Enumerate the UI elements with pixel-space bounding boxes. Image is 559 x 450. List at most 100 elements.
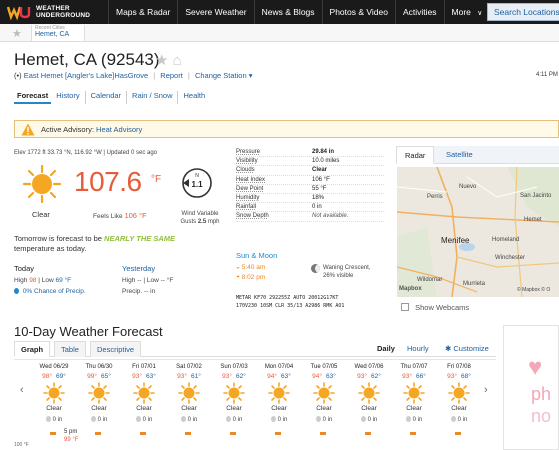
day-temps: 94° 63° bbox=[257, 373, 301, 380]
nav-maps-radar[interactable]: Maps & Radar bbox=[108, 0, 177, 24]
day-high: 93° bbox=[357, 373, 367, 380]
map-label: Murrieta bbox=[463, 281, 486, 287]
elevation-info: Elev 1772 ft 33.73 °N, 116.92 °W | Updat… bbox=[14, 150, 158, 156]
station-link[interactable]: East Hemet [Angler's Lake] bbox=[24, 71, 115, 80]
detail-row: Clouds Clear bbox=[236, 166, 384, 176]
tab-calendar[interactable]: Calendar bbox=[84, 91, 126, 104]
ad-text: no bbox=[531, 406, 552, 426]
detail-value: 10.0 miles bbox=[312, 158, 340, 165]
detail-value: 55 °F bbox=[312, 185, 327, 192]
daily-toggle[interactable]: Daily bbox=[377, 344, 395, 353]
nav-more[interactable]: More ∨ bbox=[443, 0, 493, 24]
detail-value: 18% bbox=[312, 194, 325, 201]
detail-label[interactable]: Visibility bbox=[236, 157, 258, 165]
change-station-link[interactable]: Change Station bbox=[195, 71, 247, 80]
wind-variable-label: Wind Variable bbox=[181, 211, 219, 217]
graph-tick bbox=[365, 432, 371, 435]
today-high-low: High 98 | Low 69 °F bbox=[14, 277, 72, 284]
checkbox-icon[interactable] bbox=[401, 303, 409, 311]
forecast-day[interactable]: Wed 06/29 98° 69° Clear 0 in bbox=[32, 364, 76, 423]
day-condition: Clear bbox=[451, 405, 467, 412]
day-high: 93° bbox=[402, 373, 412, 380]
favorite-star-icon[interactable]: ★ bbox=[155, 52, 168, 69]
search-input[interactable]: Search Locations bbox=[487, 3, 559, 21]
hourly-toggle[interactable]: Hourly bbox=[407, 344, 429, 353]
advisory-banner[interactable]: Active Advisory: Heat Advisory bbox=[14, 120, 559, 138]
scroll-left-icon[interactable]: ‹ bbox=[20, 384, 24, 396]
detail-label[interactable]: Dew Point bbox=[236, 185, 263, 193]
forecast-day[interactable]: Fri 07/08 93° 68° Clear 0 in bbox=[437, 364, 481, 423]
forecast-day[interactable]: Sun 07/03 93° 62° Clear 0 in bbox=[212, 364, 256, 423]
nav-activities[interactable]: Activities bbox=[394, 0, 444, 24]
clear-sun-icon bbox=[22, 164, 62, 204]
ten-day-strip: ‹ › Wed 06/29 98° 69° Clear 0 in Thu 06/30 99°… bbox=[14, 359, 496, 450]
nav-news-blogs[interactable]: News & Blogs bbox=[253, 0, 322, 24]
sunset-icon: ◓ bbox=[236, 274, 240, 281]
clear-sun-icon bbox=[88, 382, 110, 404]
detail-label[interactable]: Snow Depth bbox=[236, 212, 269, 220]
tab-health[interactable]: Health bbox=[177, 91, 210, 104]
customize-button[interactable]: ✱ Customize bbox=[445, 344, 489, 353]
tab-history[interactable]: History bbox=[51, 91, 84, 104]
forecast-day[interactable]: Mon 07/04 94° 63° Clear 0 in bbox=[257, 364, 301, 423]
forecast-day[interactable]: Fri 07/01 93° 63° Clear 0 in bbox=[122, 364, 166, 423]
caret-down-icon[interactable]: ▾ bbox=[249, 71, 253, 80]
station-row: (•) East Hemet [Angler's Lake]HasGrove |… bbox=[14, 71, 253, 80]
radar-map[interactable]: Perris Nuevo San Jacinto Hemet Menifee W… bbox=[397, 167, 559, 297]
report-link[interactable]: Report bbox=[160, 71, 183, 80]
day-low: 68° bbox=[461, 373, 471, 380]
raindrop-icon bbox=[315, 416, 321, 422]
detail-value: Clear bbox=[312, 167, 328, 174]
forecast-day[interactable]: Thu 07/07 93° 66° Clear 0 in bbox=[392, 364, 436, 423]
raindrop-icon bbox=[135, 416, 141, 422]
home-icon[interactable]: ⌂ bbox=[173, 52, 182, 69]
scroll-right-icon[interactable]: › bbox=[484, 384, 488, 396]
wu-logo-icon bbox=[6, 5, 32, 21]
heat-advisory-link[interactable]: Heat Advisory bbox=[96, 125, 142, 134]
day-precip: 0 in bbox=[257, 416, 301, 423]
star-icon[interactable]: ★ bbox=[12, 27, 22, 40]
detail-label[interactable]: Clouds bbox=[236, 166, 255, 174]
detail-label[interactable]: Heat Index bbox=[236, 176, 265, 184]
map-label: San Jacinto bbox=[520, 193, 552, 199]
chevron-down-icon: ∨ bbox=[477, 10, 483, 17]
day-precip: 0 in bbox=[32, 416, 76, 423]
warning-icon bbox=[21, 123, 35, 136]
tab-forecast[interactable]: Forecast bbox=[14, 91, 52, 104]
tab-satellite[interactable]: Satellite bbox=[438, 146, 481, 164]
show-webcams-label: Show Webcams bbox=[415, 303, 470, 312]
advertisement[interactable]: ♥ ph no bbox=[503, 325, 559, 450]
detail-label[interactable]: Pressure bbox=[236, 148, 260, 156]
tab-table[interactable]: Table bbox=[54, 341, 86, 357]
recent-city-link[interactable]: Hemet, CA bbox=[35, 31, 84, 39]
day-condition: Clear bbox=[136, 405, 152, 412]
day-high: 99° bbox=[87, 373, 97, 380]
temperature-unit[interactable]: °F bbox=[151, 174, 161, 185]
tab-graph[interactable]: Graph bbox=[14, 341, 51, 357]
advisory-text: Active Advisory: Heat Advisory bbox=[41, 125, 142, 134]
forecast-day[interactable]: Wed 07/06 93° 62° Clear 0 in bbox=[347, 364, 391, 423]
raindrop-icon bbox=[225, 416, 231, 422]
wunderground-logo[interactable]: WEATHER UNDERGROUND bbox=[0, 0, 108, 24]
sunrise-icon: ◒ bbox=[236, 264, 240, 271]
recent-city-item[interactable]: Recent Cities Hemet, CA bbox=[31, 25, 85, 41]
tab-radar[interactable]: Radar bbox=[396, 146, 435, 164]
raindrop-icon bbox=[270, 416, 276, 422]
detail-label[interactable]: Rainfall bbox=[236, 203, 256, 211]
forecast-day[interactable]: Tue 07/05 94° 63° Clear 0 in bbox=[302, 364, 346, 423]
yesterday-link[interactable]: Yesterday bbox=[122, 264, 155, 273]
nav-photos-video[interactable]: Photos & Video bbox=[321, 0, 395, 24]
forecast-day[interactable]: Thu 06/30 99° 65° Clear 0 in bbox=[77, 364, 121, 423]
hasgrove-link[interactable]: HasGrove bbox=[114, 71, 148, 80]
show-webcams-checkbox[interactable]: Show Webcams bbox=[401, 303, 469, 312]
forecast-day[interactable]: Sat 07/02 93° 61° Clear 0 in bbox=[167, 364, 211, 423]
detail-label[interactable]: Humidity bbox=[236, 194, 259, 202]
clear-sun-icon bbox=[403, 382, 425, 404]
day-low: 62° bbox=[371, 373, 381, 380]
day-precip: 0 in bbox=[302, 416, 346, 423]
tab-rain-snow[interactable]: Rain / Snow bbox=[126, 91, 177, 104]
day-high: 94° bbox=[312, 373, 322, 380]
nav-severe-weather[interactable]: Severe Weather bbox=[177, 0, 253, 24]
tab-descriptive[interactable]: Descriptive bbox=[90, 341, 142, 357]
day-temps: 93° 68° bbox=[437, 373, 481, 380]
